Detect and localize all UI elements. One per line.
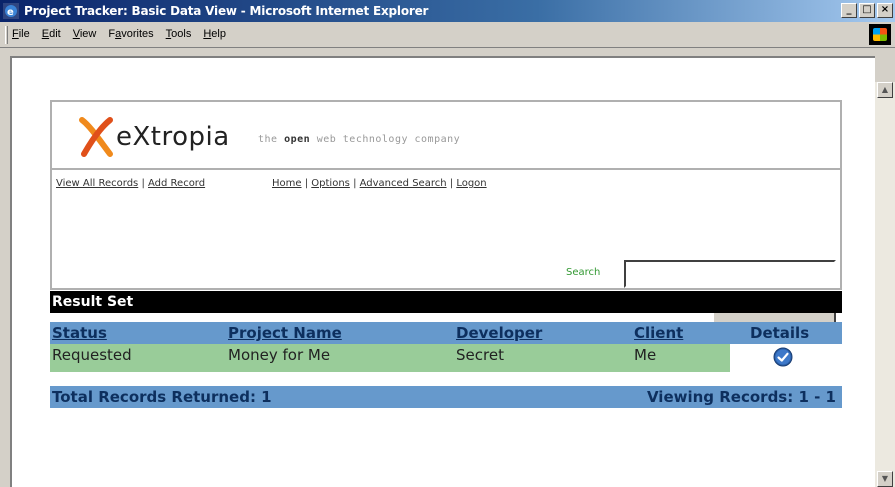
nav-separator: | — [304, 178, 309, 189]
cell-client: Me — [634, 346, 657, 364]
nav-separator: | — [449, 178, 454, 189]
table-header-row: Status Project Name Developer Client Det… — [50, 322, 842, 344]
window-controls: _ □ × — [841, 3, 893, 18]
advanced-search-link[interactable]: Advanced Search — [360, 178, 447, 189]
menu-items: File Edit View Favorites Tools Help — [12, 28, 238, 40]
menu-help[interactable]: Help — [203, 28, 226, 40]
column-header-details: Details — [750, 324, 810, 342]
minimize-button[interactable]: _ — [841, 3, 857, 18]
tagline-prefix: the — [258, 134, 285, 145]
maximize-button[interactable]: □ — [859, 3, 875, 18]
app-header-box: eXtropia the open web technology company… — [50, 100, 842, 324]
windows-logo-throbber — [869, 24, 891, 45]
total-records-text: Total Records Returned: 1 — [52, 388, 272, 406]
viewing-records-text: Viewing Records: 1 - 1 — [646, 388, 836, 406]
logo-area: eXtropia the open web technology company — [52, 102, 840, 170]
scroll-up-arrow-icon[interactable]: ▲ — [877, 82, 893, 98]
tagline-bold: open — [284, 134, 311, 145]
extropia-x-logo-icon — [79, 117, 113, 157]
nav-left: View All Records | Add Record — [56, 177, 236, 190]
page-content: eXtropia the open web technology company… — [10, 56, 875, 487]
menu-favorites[interactable]: Favorites — [108, 28, 153, 40]
svg-text:e: e — [7, 7, 14, 18]
column-header-project-name[interactable]: Project Name — [228, 324, 342, 342]
home-link[interactable]: Home — [272, 178, 302, 189]
logon-link[interactable]: Logon — [456, 178, 486, 189]
column-header-developer[interactable]: Developer — [456, 324, 542, 342]
scroll-down-arrow-icon[interactable]: ▼ — [877, 471, 893, 487]
records-summary-bar: Total Records Returned: 1 Viewing Record… — [50, 386, 842, 408]
search-label: Search — [566, 267, 601, 278]
vertical-scrollbar[interactable]: ▲ ▼ — [875, 82, 895, 487]
browser-window: e Project Tracker: Basic Data View - Mic… — [0, 0, 895, 487]
cell-project-name: Money for Me — [228, 346, 331, 364]
windows-flag-icon — [873, 28, 887, 41]
nav-right: Home | Options | Advanced Search | Logon — [272, 177, 492, 190]
search-input[interactable] — [624, 260, 836, 288]
details-check-icon[interactable] — [773, 347, 793, 367]
cell-status: Requested — [52, 346, 132, 364]
toolbar-grip[interactable] — [5, 26, 8, 44]
menu-tools[interactable]: Tools — [166, 28, 192, 40]
add-record-link[interactable]: Add Record — [148, 178, 205, 189]
view-all-records-link[interactable]: View All Records — [56, 178, 138, 189]
tagline-suffix: web technology company — [310, 134, 461, 145]
close-button[interactable]: × — [877, 3, 893, 18]
logo-text: eXtropia — [116, 122, 230, 152]
menu-file[interactable]: File — [12, 28, 30, 40]
options-link[interactable]: Options — [311, 178, 350, 189]
menu-view[interactable]: View — [73, 28, 97, 40]
results-table: Status Project Name Developer Client Det… — [50, 322, 842, 372]
result-set-header: Result Set — [50, 291, 842, 313]
internet-explorer-icon: e — [3, 3, 19, 19]
menu-edit[interactable]: Edit — [42, 28, 61, 40]
row-background — [50, 344, 730, 372]
cell-developer: Secret — [456, 346, 504, 364]
nav-separator: | — [141, 178, 145, 189]
window-title: Project Tracker: Basic Data View - Micro… — [24, 4, 429, 18]
table-row: Requested Money for Me Secret Me — [50, 344, 842, 372]
menu-bar: File Edit View Favorites Tools Help — [0, 22, 895, 48]
title-bar: e Project Tracker: Basic Data View - Mic… — [0, 0, 895, 22]
nav-separator: | — [353, 178, 357, 189]
column-header-client[interactable]: Client — [634, 324, 683, 342]
column-header-status[interactable]: Status — [52, 324, 107, 342]
tagline: the open web technology company — [258, 134, 460, 145]
